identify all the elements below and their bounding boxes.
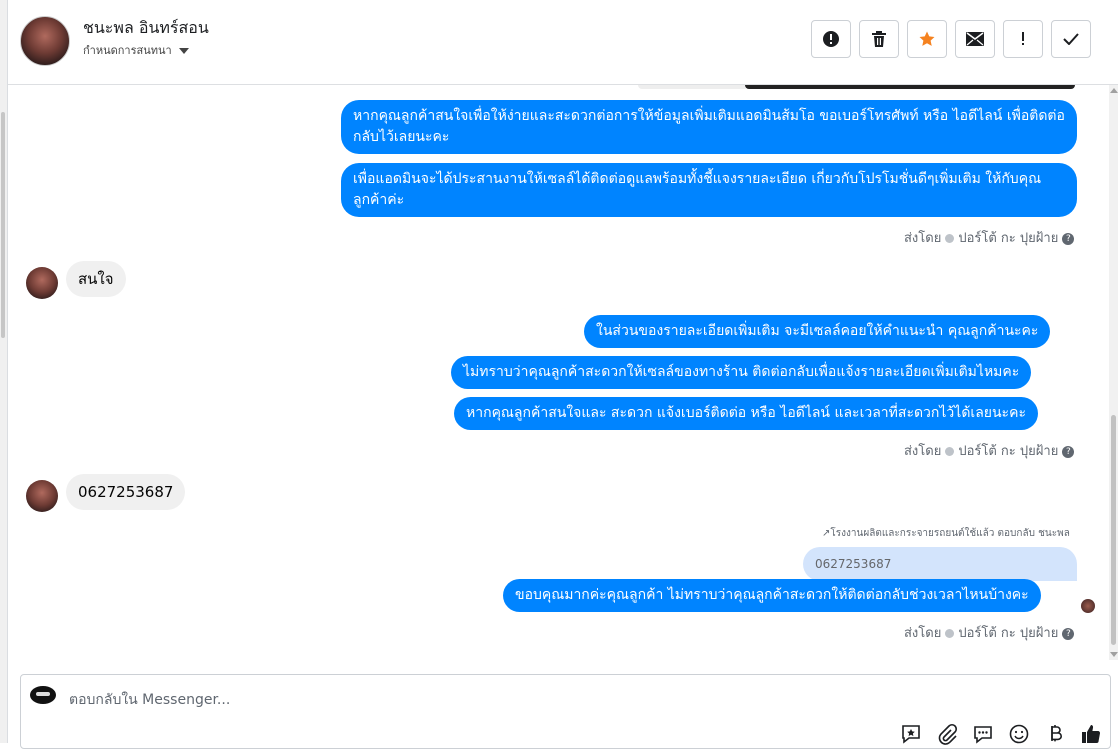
baht-payment-icon[interactable] [1044,723,1066,745]
spam-button[interactable] [1003,20,1043,58]
message-outgoing[interactable]: ในส่วนของรายละเอียดเพิ่มเติม จะมีเซลล์คอ… [584,315,1051,348]
sent-by-prefix: ส่งโดย [904,231,942,246]
conversation-settings-dropdown[interactable]: กำหนดการสนทนา [83,41,189,59]
composer-tools [900,723,1102,745]
verified-icon [945,447,955,456]
chevron-down-icon [178,48,189,54]
message-thread[interactable]: หากคุณลูกค้าสนใจเพื่อให้ง่ายและสะดวกต่อก… [8,85,1108,660]
sent-by-prefix: ส่งโดย [904,626,942,641]
thread-scrollbar-thumb[interactable] [1111,415,1116,645]
emoji-icon[interactable] [1008,723,1030,745]
exclamation-icon [1022,32,1024,45]
done-button[interactable] [1051,20,1091,58]
left-scrollbar-thumb[interactable] [1,112,5,338]
contact-name[interactable]: ชนะพล อินทร์สอน [83,16,209,41]
scroll-up-arrow[interactable] [1110,88,1118,93]
sent-by-line: ส่งโดย ปอร์โต้ กะ ปุยฝ้าย? [904,622,1075,643]
contact-avatar-small[interactable] [26,267,58,299]
verified-icon [945,629,955,638]
like-icon[interactable] [1080,723,1102,745]
conversation-settings-label: กำหนดการสนทนา [83,44,172,57]
reply-context: ↗โรงงานผลิตและกระจายรถยนต์ใช้แล้ว ตอบกลั… [822,526,1070,541]
composer-input[interactable]: ตอบกลับใน Messenger... [69,689,230,711]
mark-unread-button[interactable] [955,20,995,58]
quoted-message[interactable]: 0627253687 [803,547,1077,581]
star-button[interactable] [907,20,947,58]
help-icon[interactable]: ? [1062,232,1075,245]
message-incoming[interactable]: 0627253687 [66,474,186,510]
scroll-down-arrow[interactable] [1110,652,1118,657]
sent-by-line: ส่งโดย ปอร์โต้ กะ ปุยฝ้าย? [904,227,1075,248]
message-outgoing[interactable]: หากคุณลูกค้าสนใจและ สะดวก แจ้งเบอร์ติดต่… [454,397,1038,430]
sent-by-prefix: ส่งโดย [904,444,942,459]
previous-attachment-edge [638,85,748,89]
message-incoming[interactable]: สนใจ [66,261,126,297]
check-icon [1063,33,1079,45]
message-outgoing[interactable]: ไม่ทราบว่าคุณลูกค้าสะดวกให้เซลล์ของทางร้… [451,356,1032,389]
alert-circle-icon [823,31,839,47]
trash-icon [872,31,886,47]
conversation-header: ชนะพล อินทร์สอน กำหนดการสนทนา [8,0,1118,85]
header-actions [811,20,1091,58]
seen-avatar [1081,599,1095,613]
attachment-icon[interactable] [936,723,958,745]
chat-bubble-icon[interactable] [972,723,994,745]
message-outgoing[interactable]: ขอบคุณมากค่ะคุณลูกค้า ไม่ทราบว่าคุณลูกค้… [503,579,1041,612]
help-icon[interactable]: ? [1062,445,1075,458]
message-outgoing[interactable]: เพื่อแอดมินจะได้ประสานงานให้เซลล์ได้ติดต… [341,163,1077,217]
sent-by-name[interactable]: ปอร์โต้ กะ ปุยฝ้าย [958,444,1058,459]
page-avatar [30,686,56,704]
thread-scrollbar[interactable] [1109,85,1118,660]
help-icon[interactable]: ? [1062,627,1075,640]
left-scrollbar[interactable] [0,0,8,743]
envelope-icon [966,32,984,46]
sent-by-name[interactable]: ปอร์โต้ กะ ปุยฝ้าย [958,231,1058,246]
previous-image-edge[interactable] [745,85,1075,89]
contact-avatar[interactable] [20,16,70,66]
star-icon [919,31,935,46]
verified-icon [945,234,955,243]
contact-avatar-small[interactable] [26,480,58,512]
reply-context-text: โรงงานผลิตและกระจายรถยนต์ใช้แล้ว ตอบกลับ… [830,528,1070,539]
delete-button[interactable] [859,20,899,58]
message-outgoing[interactable]: หากคุณลูกค้าสนใจเพื่อให้ง่ายและสะดวกต่อก… [341,100,1077,154]
message-composer[interactable]: ตอบกลับใน Messenger... [20,674,1111,749]
sent-by-name[interactable]: ปอร์โต้ กะ ปุยฝ้าย [958,626,1058,641]
saved-reply-icon[interactable] [900,723,922,745]
alert-button[interactable] [811,20,851,58]
sent-by-line: ส่งโดย ปอร์โต้ กะ ปุยฝ้าย? [904,440,1075,461]
